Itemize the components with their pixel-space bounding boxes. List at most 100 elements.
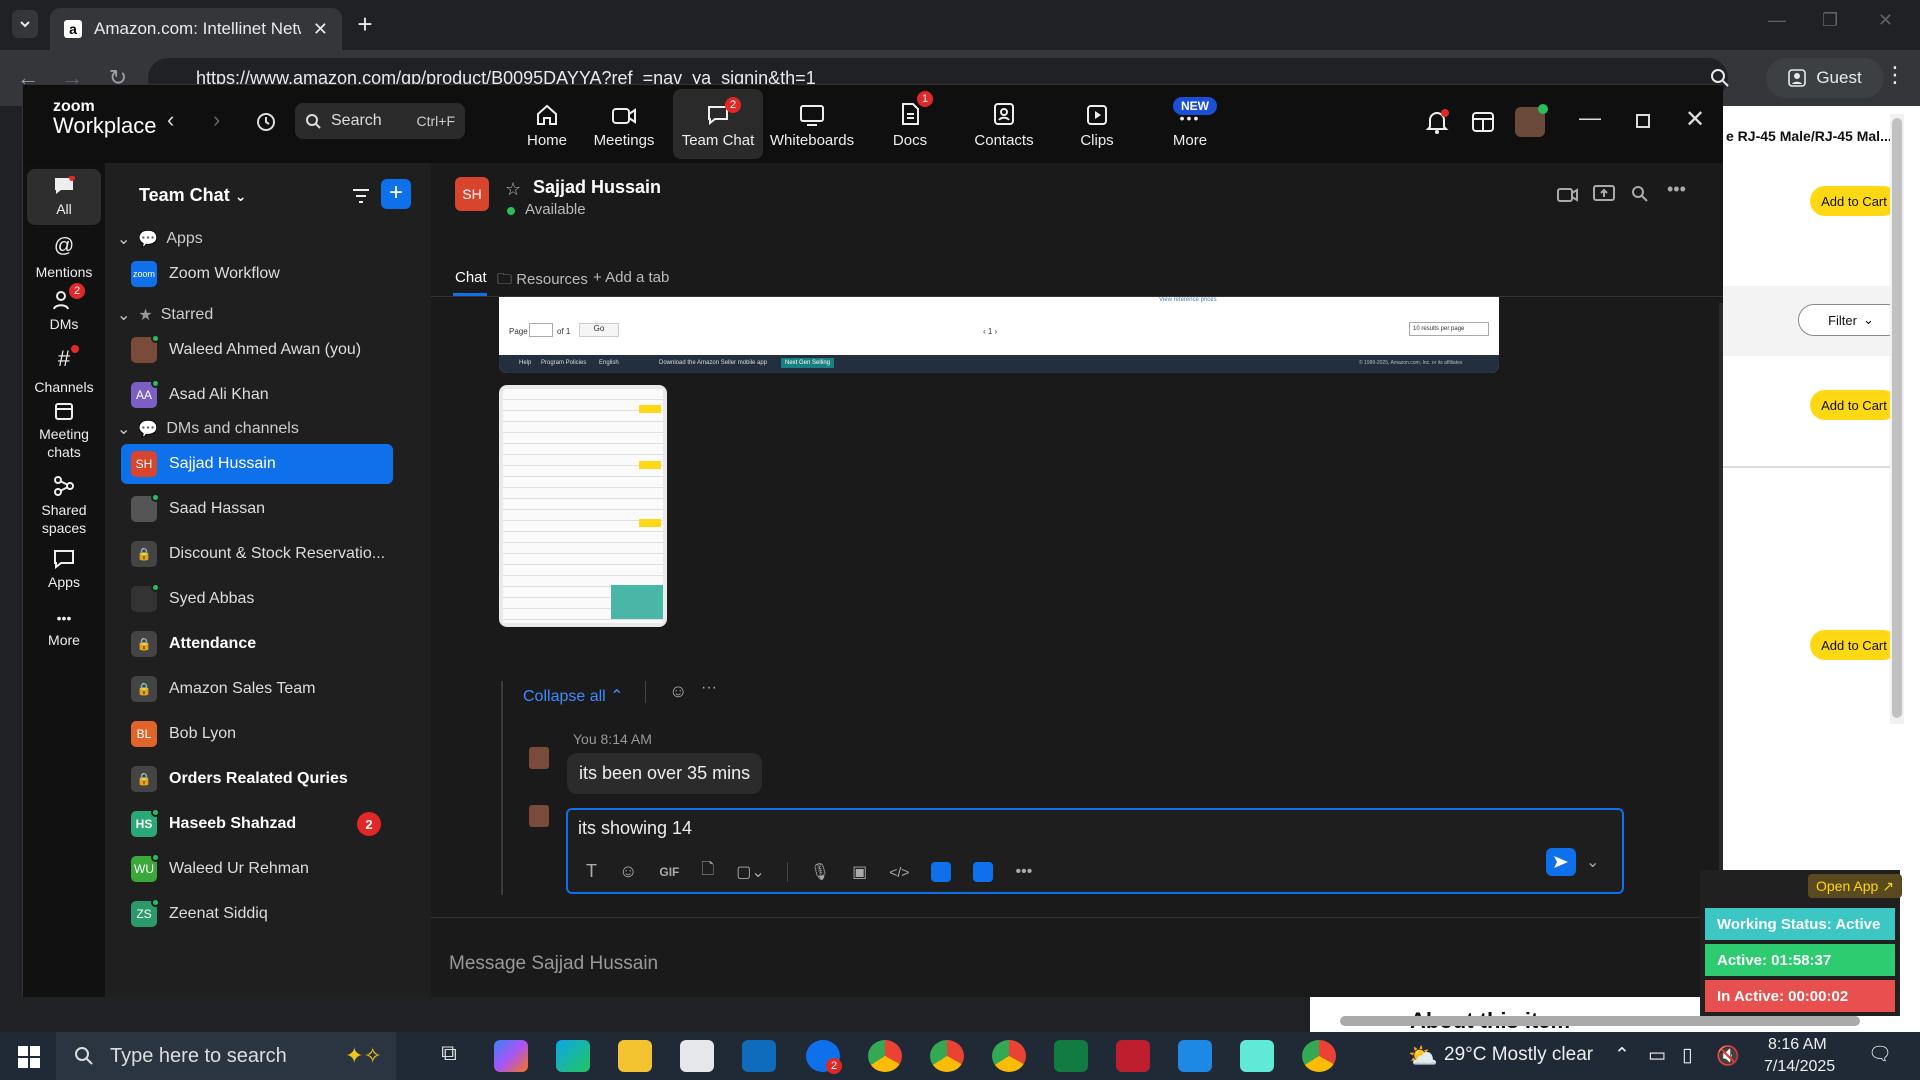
calculator-icon[interactable] bbox=[1178, 1040, 1212, 1072]
taskbar-search[interactable]: Type here to search ✦✧ bbox=[56, 1032, 396, 1080]
sidebar-item-attendance[interactable]: 🔒 Attendance bbox=[121, 624, 393, 664]
section-starred[interactable]: ⌄ ★ Starred bbox=[117, 305, 213, 325]
screenshot-icon[interactable]: ▢⌄ bbox=[736, 862, 765, 882]
microphone-icon[interactable]: 🎙 bbox=[810, 862, 830, 882]
weather-text[interactable]: 29°C Mostly clear bbox=[1444, 1044, 1593, 1066]
add-reaction-icon[interactable]: ☺ bbox=[669, 681, 687, 702]
nav-more[interactable]: ••• More NEW bbox=[1145, 89, 1235, 159]
code-icon[interactable]: </> bbox=[889, 864, 909, 880]
share-screen-icon[interactable] bbox=[1593, 185, 1615, 203]
outlook-icon[interactable] bbox=[742, 1040, 776, 1072]
zoom-search[interactable]: Search Ctrl+F bbox=[295, 103, 465, 139]
sidebar-item-syed-abbas[interactable]: Syed Abbas bbox=[121, 579, 393, 619]
rail-all[interactable]: All bbox=[27, 169, 101, 225]
video-call-icon[interactable] bbox=[1557, 187, 1579, 203]
sidebar-item-zeenat-siddiq[interactable]: ZS Zeenat Siddiq bbox=[121, 894, 393, 934]
edit-message-box[interactable]: its showing 14 T ☺ GIF 🗋 ▢⌄ 🎙 ▣ </> ••• … bbox=[566, 808, 1624, 894]
add-to-cart-button-3[interactable]: Add to Cart bbox=[1810, 630, 1898, 660]
sidebar-item-haseeb-shahzad[interactable]: HS Haseeb Shahzad 2 bbox=[121, 804, 393, 844]
store-icon[interactable] bbox=[680, 1040, 714, 1072]
rail-shared-spaces[interactable]: Shared spaces bbox=[27, 475, 101, 537]
user-avatar[interactable] bbox=[1515, 104, 1548, 137]
tab-chat[interactable]: Chat bbox=[455, 269, 487, 286]
message-composer[interactable]: Message Sajjad Hussain bbox=[449, 953, 658, 975]
horizontal-scrollbar[interactable] bbox=[1340, 1016, 1860, 1026]
rail-channels[interactable]: # Channels bbox=[27, 345, 101, 396]
filter-lines-icon[interactable] bbox=[351, 187, 371, 205]
chat-header-name[interactable]: Sajjad Hussain bbox=[533, 177, 661, 198]
file-icon[interactable]: 🗋 bbox=[701, 858, 714, 885]
sidebar-item-amazon-sales-team[interactable]: 🔒 Amazon Sales Team bbox=[121, 669, 393, 709]
rail-mentions[interactable]: @ Mentions bbox=[27, 233, 101, 281]
tray-chevron-icon[interactable]: ⌃ bbox=[1614, 1044, 1630, 1067]
chrome-icon-2[interactable] bbox=[930, 1040, 964, 1072]
nav-clips[interactable]: Clips bbox=[1052, 89, 1142, 159]
clock-time[interactable]: 8:16 AM bbox=[1768, 1036, 1827, 1054]
filezilla-icon[interactable] bbox=[1116, 1040, 1150, 1072]
tab-add[interactable]: + Add a tab bbox=[593, 269, 669, 286]
sidebar-item-bob-lyon[interactable]: BL Bob Lyon bbox=[121, 714, 393, 754]
new-chat-button[interactable]: + bbox=[381, 179, 411, 209]
shared-screenshot-1[interactable]: View reference prices Page of 1 Go ‹ 1 ›… bbox=[499, 297, 1499, 373]
nav-contacts[interactable]: Contacts bbox=[959, 89, 1049, 159]
chrome-icon-3[interactable] bbox=[992, 1040, 1026, 1072]
search-icon[interactable] bbox=[1631, 185, 1649, 203]
edge-icon[interactable] bbox=[556, 1040, 590, 1072]
collapse-all-button[interactable]: Collapse all ⌃ bbox=[523, 686, 624, 706]
close-tab-icon[interactable]: ✕ bbox=[313, 19, 328, 40]
zoom-minimize-button[interactable]: — bbox=[1579, 105, 1601, 131]
more-options-icon[interactable]: ··· bbox=[701, 679, 717, 697]
open-app-button[interactable]: Open App ↗ bbox=[1808, 874, 1903, 898]
star-outline-icon[interactable]: ☆ bbox=[505, 179, 521, 200]
shared-screenshot-2[interactable] bbox=[499, 385, 667, 627]
add-to-cart-button-2[interactable]: Add to Cart bbox=[1810, 390, 1898, 420]
video-message-icon[interactable]: ▣ bbox=[852, 862, 867, 882]
chevron-down-icon[interactable]: ⌄ bbox=[1586, 852, 1599, 872]
excel-icon[interactable] bbox=[1054, 1040, 1088, 1072]
task-view-icon[interactable]: ⧉ bbox=[432, 1040, 466, 1072]
notifications-bell-icon[interactable] bbox=[1425, 109, 1449, 135]
notification-center-icon[interactable]: 🗨 bbox=[1868, 1042, 1892, 1066]
nav-team-chat[interactable]: Team Chat 2 bbox=[673, 89, 763, 159]
volume-icon[interactable]: 🔇 bbox=[1716, 1044, 1740, 1068]
window-close-button[interactable]: ✕ bbox=[1878, 10, 1893, 31]
copilot-icon[interactable] bbox=[494, 1040, 528, 1072]
emoji-icon[interactable]: ☺ bbox=[619, 861, 637, 882]
tab-search-button[interactable] bbox=[12, 10, 38, 38]
app-icon[interactable] bbox=[1240, 1040, 1274, 1072]
rail-meeting-chats[interactable]: Meeting chats bbox=[27, 401, 101, 461]
sidebar-item-sajjad-hussain[interactable]: SH Sajjad Hussain bbox=[121, 444, 393, 484]
new-tab-button[interactable]: + bbox=[352, 11, 378, 38]
rail-apps[interactable]: Apps bbox=[27, 549, 101, 591]
sidebar-item-orders-queries[interactable]: 🔒 Orders Realated Quries bbox=[121, 759, 393, 799]
app-icon-1[interactable] bbox=[931, 861, 952, 882]
nav-docs[interactable]: Docs 1 bbox=[865, 89, 955, 159]
edit-text[interactable]: its showing 14 bbox=[578, 818, 692, 839]
clock-date[interactable]: 7/14/2025 bbox=[1764, 1058, 1835, 1076]
zoom-taskbar-icon[interactable]: 2 bbox=[806, 1040, 842, 1074]
back-nav-button[interactable]: ‹ bbox=[167, 107, 174, 133]
section-apps[interactable]: ⌄ 💬 Apps bbox=[117, 229, 203, 249]
amazon-scrollbar[interactable] bbox=[1890, 114, 1904, 724]
window-minimize-button[interactable]: — bbox=[1768, 10, 1786, 31]
chrome-icon-1[interactable] bbox=[868, 1040, 902, 1072]
zoom-close-button[interactable]: ✕ bbox=[1685, 105, 1705, 134]
product-title[interactable]: e RJ-45 Male/RJ-45 Mal... bbox=[1726, 128, 1892, 144]
sidebar-item-asad-ali-khan[interactable]: AA Asad Ali Khan bbox=[121, 375, 393, 415]
nav-meetings[interactable]: Meetings bbox=[579, 89, 669, 159]
browser-tab[interactable]: a Amazon.com: Intellinet Network ✕ bbox=[50, 8, 342, 50]
sidebar-item-waleed-ur-rehman[interactable]: WU Waleed Ur Rehman bbox=[121, 849, 393, 889]
forward-nav-button[interactable]: › bbox=[213, 107, 220, 133]
gif-button[interactable]: GIF bbox=[659, 865, 679, 879]
app-icon-2[interactable] bbox=[973, 861, 994, 882]
windows-start-icon[interactable] bbox=[18, 1046, 40, 1068]
send-button[interactable] bbox=[1546, 848, 1576, 876]
filter-button[interactable]: Filter ⌄ bbox=[1798, 304, 1904, 336]
calendar-panel-icon[interactable] bbox=[1471, 111, 1495, 133]
nav-whiteboards[interactable]: Whiteboards bbox=[767, 89, 857, 159]
history-icon[interactable] bbox=[255, 111, 277, 133]
tab-resources[interactable]: 🗀 Resources bbox=[497, 269, 588, 294]
sidebar-item-discount-stock[interactable]: 🔒 Discount & Stock Reservatio... bbox=[121, 534, 393, 574]
text-format-icon[interactable]: T bbox=[586, 861, 597, 882]
rail-dms[interactable]: DMs 2 bbox=[27, 283, 101, 333]
